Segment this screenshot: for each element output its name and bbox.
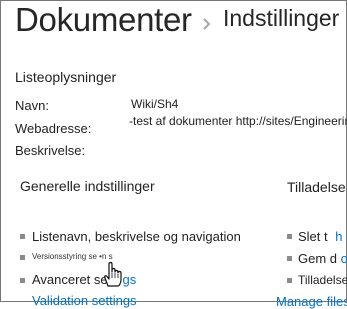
description-label: Beskrivelse: <box>15 143 86 158</box>
name-value: Wiki/Sh4 <box>131 97 179 111</box>
list-info-heading: Listeoplysninger <box>15 69 117 85</box>
settings-link-list-name[interactable]: Listenavn, beskrivelse og navigation <box>32 229 241 244</box>
permissions-heading: Tilladelse <box>287 179 346 195</box>
chevron-right-icon <box>203 18 211 30</box>
settings-link-validation[interactable]: Validation settings <box>32 293 137 308</box>
hand-pointer-icon <box>104 261 122 287</box>
page-title: Dokumenter <box>15 1 192 38</box>
web-address-label: Webadresse: <box>15 121 92 136</box>
bullet-icon <box>20 255 25 260</box>
web-address-value: -test af dokumenter http://sites/Enginee… <box>129 114 347 128</box>
settings-link-advanced-label: Avanceret se <box>32 272 108 287</box>
permissions-link-permissions[interactable]: Tilladelse ce <box>298 273 347 287</box>
bullet-icon <box>20 234 25 239</box>
page-subtitle: Indstillinger <box>223 5 340 31</box>
permissions-link-delete[interactable]: Slet t h <box>298 229 342 244</box>
bullet-icon <box>287 278 292 283</box>
name-label: Navn: <box>15 98 49 113</box>
bullet-icon <box>287 256 292 261</box>
permissions-link-delete-label: Slet t <box>298 229 328 244</box>
permissions-link-save-fragment[interactable]: oc <box>341 251 347 266</box>
permissions-link-save[interactable]: Gem d oc <box>298 251 347 266</box>
permissions-link-save-label: Gem d <box>298 251 338 266</box>
bullet-icon <box>287 234 292 239</box>
permissions-link-permissions-label: Tilladelse <box>298 273 347 287</box>
bullet-icon <box>20 278 25 283</box>
general-settings-heading: Generelle indstillinger <box>20 178 155 194</box>
permissions-link-delete-fragment[interactable]: h <box>335 229 342 244</box>
